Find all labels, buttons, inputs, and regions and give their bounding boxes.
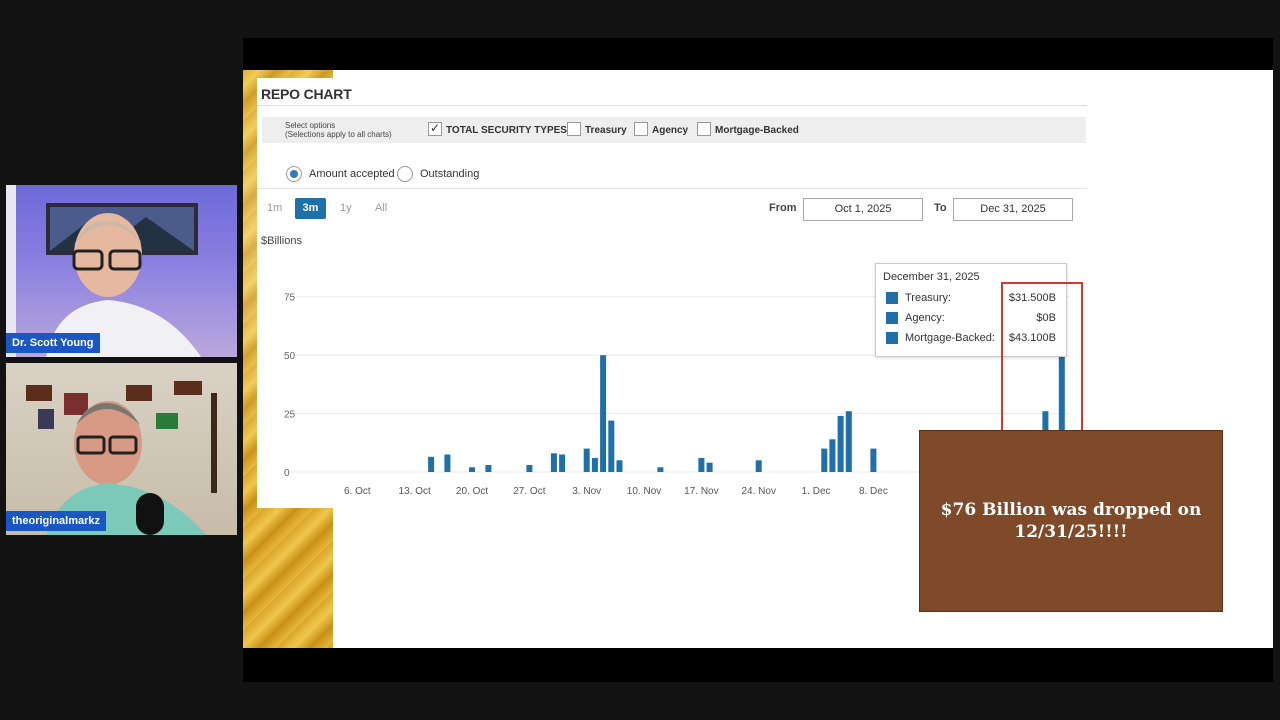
options-divider: [257, 188, 1087, 189]
x-tick-label: 10. Nov: [627, 486, 661, 497]
radio-outstanding[interactable]: [397, 166, 413, 182]
checkbox-label-agency: Agency: [652, 125, 689, 136]
radio-label-amount-accepted: Amount accepted: [309, 168, 395, 180]
y-tick-label: 75: [284, 293, 296, 304]
bar[interactable]: [559, 454, 566, 473]
x-tick-label: 6. Oct: [344, 486, 371, 497]
tooltip-label-agency: Agency:: [905, 312, 945, 324]
banner-line-1: $76 Billion was dropped on: [940, 500, 1202, 520]
video-tile-scott[interactable]: Dr. Scott Young: [6, 185, 237, 357]
x-tick-label: 20. Oct: [456, 486, 488, 497]
bar[interactable]: [485, 465, 492, 472]
bar[interactable]: [837, 415, 844, 472]
bar[interactable]: [526, 465, 533, 472]
bar[interactable]: [444, 454, 451, 473]
select-options-note: Select options (Selections apply to all …: [285, 121, 405, 139]
bar[interactable]: [616, 460, 623, 472]
from-label: From: [769, 202, 797, 214]
checkbox-total-security-types[interactable]: ✓: [428, 122, 442, 136]
bar[interactable]: [657, 467, 664, 472]
from-date-input[interactable]: Oct 1, 2025: [803, 198, 923, 221]
x-tick-label: 13. Oct: [399, 486, 431, 497]
banner-text: $76 Billion was dropped on 12/31/25!!!!: [920, 499, 1222, 543]
tooltip-date: December 31, 2025: [883, 271, 980, 283]
x-tick-label: 3. Nov: [572, 486, 601, 497]
x-tick-label: 27. Oct: [513, 486, 545, 497]
checkbox-label-mortgage: Mortgage-Backed: [715, 125, 799, 136]
participant-name-tag: Dr. Scott Young: [6, 333, 100, 353]
checkbox-mortgage-backed[interactable]: [697, 122, 711, 136]
annotation-banner: $76 Billion was dropped on 12/31/25!!!!: [919, 430, 1223, 612]
range-button-1m[interactable]: 1m: [267, 202, 282, 214]
bar[interactable]: [706, 462, 713, 472]
video-tile-markz[interactable]: theoriginalmarkz: [6, 363, 237, 535]
checkmark-icon: ✓: [429, 121, 441, 135]
banner-line-2: 12/31/25!!!!: [1014, 522, 1128, 542]
tooltip-label-mortgage: Mortgage-Backed:: [905, 332, 995, 344]
select-options-label: Select options: [285, 121, 336, 130]
tooltip-swatch-mortgage: [886, 332, 898, 344]
radio-label-outstanding: Outstanding: [420, 168, 480, 180]
bar[interactable]: [870, 448, 877, 472]
bar[interactable]: [755, 460, 762, 472]
highlight-box: [1001, 282, 1083, 436]
tooltip-swatch-agency: [886, 312, 898, 324]
radio-amount-accepted[interactable]: [286, 166, 302, 182]
x-tick-label: 24. Nov: [741, 486, 775, 497]
y-tick-label: 50: [284, 351, 296, 362]
bar[interactable]: [829, 439, 836, 472]
to-date-input[interactable]: Dec 31, 2025: [953, 198, 1073, 221]
checkbox-treasury[interactable]: [567, 122, 581, 136]
range-button-3m[interactable]: 3m: [295, 198, 326, 219]
bar[interactable]: [698, 458, 705, 472]
y-tick-label: 0: [284, 468, 290, 479]
bar[interactable]: [821, 448, 828, 472]
page-title: REPO CHART: [261, 86, 352, 102]
range-button-1y[interactable]: 1y: [340, 202, 352, 214]
tooltip-swatch-treasury: [886, 292, 898, 304]
participant-video: [6, 185, 201, 357]
x-tick-label: 17. Nov: [684, 486, 718, 497]
bar[interactable]: [591, 458, 598, 472]
participant-name-tag: theoriginalmarkz: [6, 511, 107, 531]
bar[interactable]: [845, 411, 852, 472]
select-options-hint: (Selections apply to all charts): [285, 130, 392, 139]
x-tick-label: 1. Dec: [802, 486, 831, 497]
checkbox-label-total: TOTAL SECURITY TYPES: [446, 125, 567, 136]
participant-video: [26, 381, 217, 535]
x-tick-label: 8. Dec: [859, 486, 888, 497]
bar[interactable]: [550, 453, 557, 472]
bar[interactable]: [583, 448, 590, 472]
y-tick-label: 25: [284, 410, 296, 421]
bar[interactable]: [469, 467, 475, 472]
tooltip-label-treasury: Treasury:: [905, 292, 952, 304]
title-divider: [257, 105, 1087, 106]
to-label: To: [934, 202, 947, 214]
bar[interactable]: [608, 420, 615, 472]
bar[interactable]: [428, 456, 435, 472]
y-axis-unit-label: $Billions: [261, 235, 302, 247]
checkbox-label-treasury: Treasury: [585, 125, 627, 136]
range-button-all[interactable]: All: [375, 202, 387, 214]
checkbox-agency[interactable]: [634, 122, 648, 136]
bar[interactable]: [600, 355, 607, 472]
